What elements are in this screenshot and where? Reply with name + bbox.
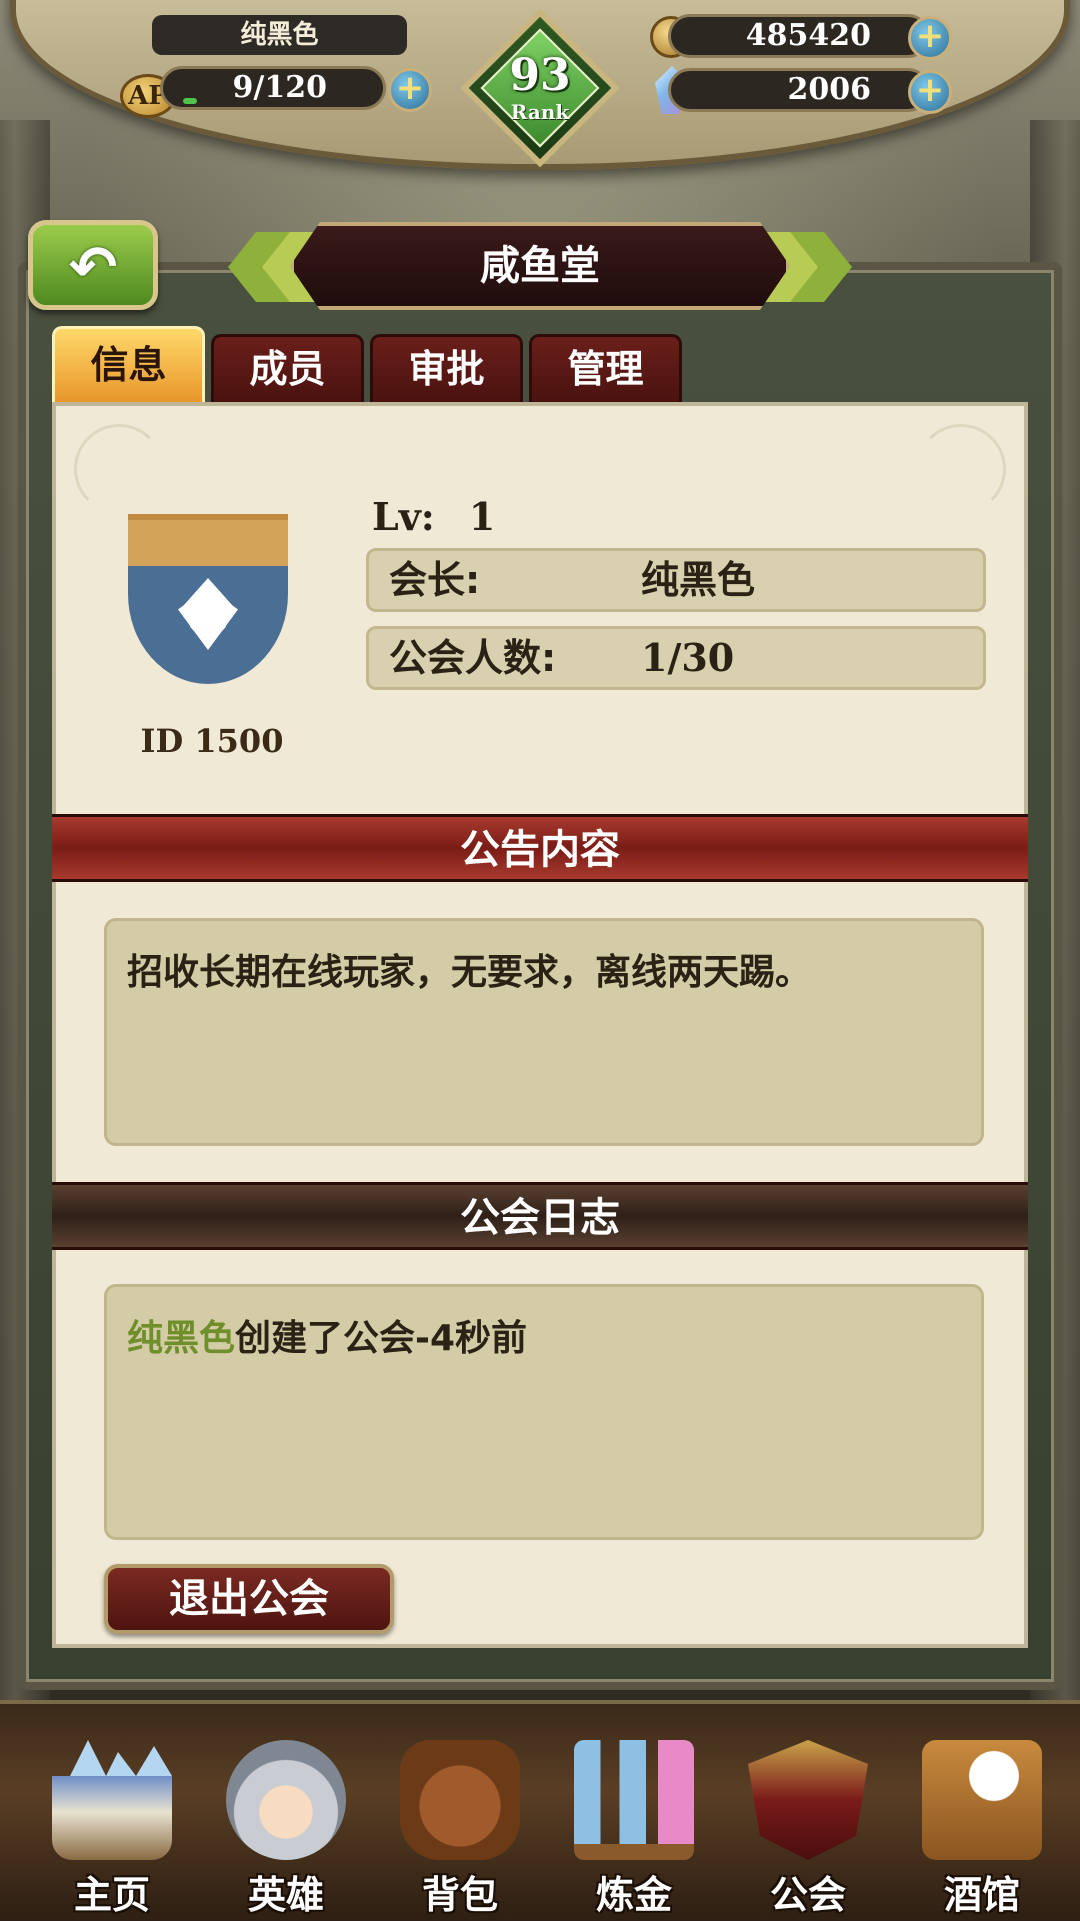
log-entry: 纯黑色创建了公会-4秒前 <box>127 1309 961 1361</box>
tab-manage[interactable]: 管理 <box>529 334 682 402</box>
nav-tavern[interactable]: 酒馆 <box>902 1740 1062 1921</box>
castle-icon <box>52 1740 172 1860</box>
level-label: Lv: <box>372 494 435 539</box>
quit-guild-button[interactable]: 退出公会 <box>104 1564 394 1634</box>
back-arrow-icon: ↶ <box>68 233 118 301</box>
log-entry-text: 创建了公会-4秒前 <box>235 1318 528 1359</box>
notice-text: 招收长期在线玩家，无要求，离线两天踢。 <box>104 918 984 1146</box>
gold-value: 485420 <box>745 18 871 53</box>
guild-title: 咸鱼堂 <box>290 222 790 310</box>
guild-emblem-icon <box>128 514 288 684</box>
ap-bar: 9/120 <box>160 66 386 110</box>
guild-level: Lv: 1 <box>372 494 495 539</box>
nav-guild-label: 公会 <box>769 1873 846 1917</box>
log-box: 纯黑色创建了公会-4秒前 <box>104 1284 984 1540</box>
ap-value: 9/120 <box>232 70 327 105</box>
tab-bar: 信息 成员 审批 管理 <box>52 326 682 402</box>
nav-home[interactable]: 主页 <box>32 1740 192 1921</box>
nav-alchemy-label: 炼金 <box>595 1873 672 1917</box>
gold-bar: 485420 <box>668 14 930 58</box>
satchel-icon <box>400 1740 520 1860</box>
corner-ornament <box>74 424 164 514</box>
members-row: 公会人数: 1/30 <box>366 626 986 690</box>
level-value: 1 <box>468 494 496 539</box>
tab-info[interactable]: 信息 <box>52 326 205 402</box>
guild-shield-icon <box>748 1740 868 1860</box>
nav-home-label: 主页 <box>73 1873 150 1917</box>
tavern-food-icon <box>922 1740 1042 1860</box>
leader-row: 会长: 纯黑色 <box>366 548 986 612</box>
notice-heading: 公告内容 <box>52 814 1028 882</box>
leader-label: 会长: <box>389 558 481 602</box>
gold-plus-button[interactable]: + <box>908 16 952 60</box>
nav-heroes-label: 英雄 <box>247 1873 324 1917</box>
rank-label: Rank <box>510 100 570 124</box>
player-name: 纯黑色 <box>152 15 407 55</box>
log-heading: 公会日志 <box>52 1182 1028 1250</box>
rank-badge: 93 Rank <box>460 8 620 168</box>
nav-tavern-label: 酒馆 <box>943 1873 1020 1917</box>
nav-bag[interactable]: 背包 <box>380 1740 540 1921</box>
nav-alchemy[interactable]: 炼金 <box>554 1740 714 1921</box>
tab-approval[interactable]: 审批 <box>370 334 523 402</box>
ap-plus-button[interactable]: + <box>388 68 432 112</box>
gem-plus-button[interactable]: + <box>908 70 952 114</box>
nav-heroes[interactable]: 英雄 <box>206 1740 366 1921</box>
back-button[interactable]: ↶ <box>28 220 158 310</box>
potion-rack-icon <box>574 1740 694 1860</box>
log-entry-user: 纯黑色 <box>127 1318 236 1359</box>
ap-bar-fill <box>183 98 197 104</box>
nav-bag-label: 背包 <box>421 1873 498 1917</box>
gem-value: 2006 <box>787 72 872 107</box>
rank-number: 93 <box>509 50 571 101</box>
corner-ornament <box>916 424 1006 514</box>
guild-id: ID 1500 <box>140 722 284 760</box>
members-label: 公会人数: <box>389 636 557 680</box>
leader-value: 纯黑色 <box>641 558 756 602</box>
knight-helmet-icon <box>226 1740 346 1860</box>
tab-members[interactable]: 成员 <box>211 334 364 402</box>
gem-bar: 2006 <box>668 68 930 112</box>
info-panel: ID 1500 Lv: 1 会长: 纯黑色 公会人数: 1/30 公告内容 招收长… <box>52 402 1028 1648</box>
members-value: 1/30 <box>641 635 735 680</box>
nav-guild[interactable]: 公会 <box>728 1740 888 1921</box>
